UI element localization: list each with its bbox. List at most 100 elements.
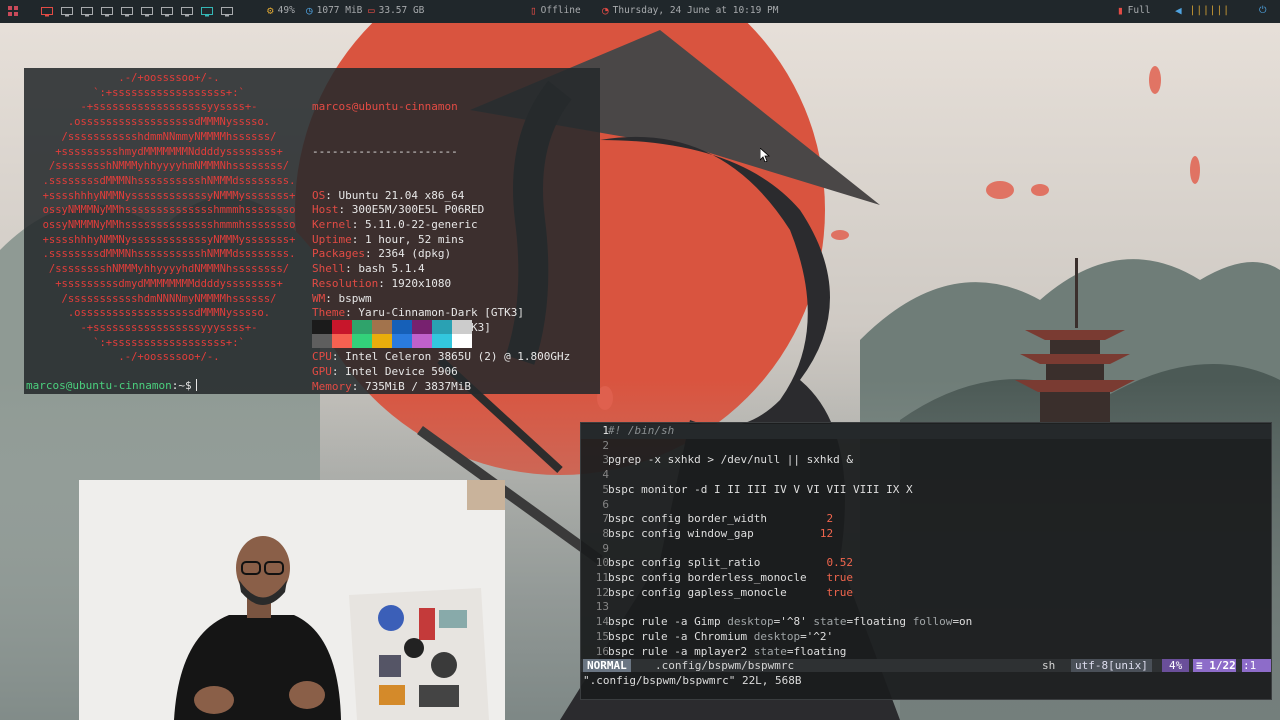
color-palette — [312, 320, 472, 348]
palette-swatch — [452, 320, 472, 334]
vim-line: 12 bspc config gapless_monocle true — [581, 586, 1271, 601]
code-token: bspc monitor -d I II III IV V VI VII VII… — [608, 482, 913, 496]
vim-statusline: NORMAL .config/bspwm/bspwmrc sh utf-8[un… — [581, 659, 1272, 672]
code-token: ='^2' — [800, 629, 834, 643]
info-key: Packages — [312, 247, 365, 261]
info-row: Theme: Yaru-Cinnamon-Dark [GTK3] — [312, 306, 524, 320]
workspace-4-icon[interactable] — [100, 6, 113, 17]
ascii-line: ossyNMMMNyMMhsssssssssssssshmmmhssssssso — [42, 219, 296, 232]
palette-swatch — [432, 320, 452, 334]
clock[interactable]: ◔ Thursday, 24 June at 10:19 PM — [602, 5, 779, 16]
info-row: Shell: bash 5.1.4 — [312, 262, 425, 276]
info-row: GPU: Intel Device 5906 — [312, 365, 458, 379]
palette-swatch — [372, 334, 392, 348]
network-icon: ▯ — [530, 4, 537, 17]
line-number: 1 — [602, 424, 609, 437]
info-key: Resolution — [312, 276, 379, 290]
info-key: Kernel — [312, 218, 352, 232]
shell-prompt[interactable]: marcos@ubuntu-cinnamon:~$ — [26, 379, 197, 392]
ascii-line: `:+ssssssssssssssssss+:` — [93, 336, 245, 349]
palette-swatch — [332, 320, 352, 334]
ascii-line: /sssssssshNMMMyhhyyyyhmNMMMNhssssssss/ — [48, 160, 290, 173]
vim-line: 15 bspc rule -a Chromium desktop='^2' — [581, 630, 1271, 645]
info-value: 300E5M/300E5L P06RED — [351, 203, 485, 217]
info-row: Packages: 2364 (dpkg) — [312, 247, 452, 261]
vim-command-line[interactable]: ".config/bspwm/bspwmrc" 22L, 568B — [583, 674, 802, 687]
battery-status[interactable]: ▮ Full — [1117, 5, 1151, 16]
palette-swatch — [412, 320, 432, 334]
vim-line: 11 bspc config borderless_monocle true — [581, 571, 1271, 586]
code-token: pgrep -x sxhkd > /dev/null || sxhkd & — [608, 453, 854, 467]
code-token: true — [826, 585, 854, 599]
memory-usage: ◷ 1077 MiB — [306, 4, 363, 17]
workspace-10-icon[interactable] — [220, 6, 233, 17]
info-row: Memory: 735MiB / 3837MiB — [312, 379, 471, 393]
line-number: 9 — [602, 541, 609, 555]
line-number: 3 — [602, 453, 609, 467]
workspace-9-icon[interactable] — [200, 6, 213, 17]
line-number: 4 — [602, 468, 609, 482]
vim-column: :1 — [1242, 659, 1272, 672]
vim-line: 2 — [581, 439, 1271, 454]
vim-line: 5 bspc monitor -d I II III IV V VI VII VI… — [581, 483, 1271, 498]
code-token: state — [753, 644, 787, 658]
vim-line: 13 — [581, 600, 1271, 615]
separator: ---------------------- — [312, 144, 458, 158]
apps-menu-icon[interactable] — [8, 6, 19, 20]
info-key: Memory — [312, 379, 352, 393]
code-token: ='^8' — [773, 615, 814, 629]
code-token: 12 — [819, 526, 834, 540]
vim-editor-window[interactable]: 1 #! /bin/sh 2 3 pgrep -x sxhkd > /dev/null … — [580, 422, 1272, 700]
workspace-3-icon[interactable] — [80, 6, 93, 17]
line-number: 16 — [595, 644, 609, 658]
line-number: 10 — [595, 556, 609, 570]
line-number: 15 — [595, 629, 609, 643]
line-number: 5 — [602, 482, 609, 496]
ascii-line: +ssssssssshmydMMMMMMMNddddyssssssss+ — [55, 145, 283, 158]
info-value: Yaru-Cinnamon-Dark [GTK3] — [358, 306, 524, 320]
code-token: bspc config borderless_monocle — [608, 571, 827, 584]
info-key: GPU — [312, 365, 332, 379]
workspace-1-icon[interactable] — [40, 6, 53, 17]
info-value: Intel Device 5906 — [345, 365, 458, 379]
code-token: 2 — [826, 512, 834, 526]
user-host: marcos@ubuntu-cinnamon — [312, 100, 458, 114]
info-value: bash 5.1.4 — [358, 262, 425, 276]
line-text: pgrep -x sxhkd > /dev/null || sxhkd & — [608, 453, 853, 468]
code-token: bspc rule -a Gimp — [608, 615, 728, 629]
workspace-6-icon[interactable] — [140, 6, 153, 17]
ascii-line: +sssssssssdmydMMMMMMMMddddyssssssss+ — [55, 277, 283, 290]
power-icon[interactable]: ⏻ — [1259, 5, 1267, 16]
info-row: Kernel: 5.11.0-22-generic — [312, 218, 478, 232]
info-value: bspwm — [338, 291, 372, 305]
code-token: #! /bin/sh — [608, 424, 675, 437]
ascii-line: /ssssssssssshdmNNNNmyNMMMMhssssss/ — [61, 292, 277, 305]
ascii-line: +sssshhhyNMMNyssssssssssssyNMMMysssssss+ — [42, 189, 296, 202]
cpu-usage: ⚙ 49% — [267, 4, 295, 17]
ascii-line: +sssshhhyNMMNyssssssssssssyNMMMysssssss+ — [42, 233, 296, 246]
workspace-2-icon[interactable] — [60, 6, 73, 17]
clock-icon: ◔ — [602, 4, 609, 17]
vim-line: 4 — [581, 468, 1271, 483]
top-panel: ⚙ 49% ◷ 1077 MiB ▭ 33.57 GB ▯ Offline ◔ … — [0, 0, 1280, 23]
volume-icon: ◀ — [1175, 4, 1182, 17]
workspace-8-icon[interactable] — [180, 6, 193, 17]
code-token: bspc config gapless_monocle — [608, 585, 827, 599]
disk-icon: ▭ — [368, 4, 375, 17]
info-key: OS — [312, 188, 326, 202]
workspace-7-icon[interactable] — [160, 6, 173, 17]
workspace-5-icon[interactable] — [120, 6, 133, 17]
volume-control[interactable]: ◀ |||||| — [1175, 5, 1230, 16]
vim-line: 6 — [581, 498, 1271, 513]
cpu-icon: ⚙ — [267, 4, 274, 17]
ascii-line: .-/+oossssoo+/-. — [118, 72, 220, 84]
code-token: bspc config split_ratio — [608, 556, 827, 570]
network-status[interactable]: ▯ Offline — [530, 5, 581, 16]
code-token: =floating — [846, 615, 913, 629]
vim-line: 14 bspc rule -a Gimp desktop='^8' state=f… — [581, 615, 1271, 630]
code-token: desktop — [727, 615, 774, 629]
code-token: =on — [952, 615, 973, 629]
palette-swatch — [392, 320, 412, 334]
ascii-line: .ossssssssssssssssssdMMMNysssso. — [67, 116, 271, 129]
info-key: Shell — [312, 262, 346, 276]
